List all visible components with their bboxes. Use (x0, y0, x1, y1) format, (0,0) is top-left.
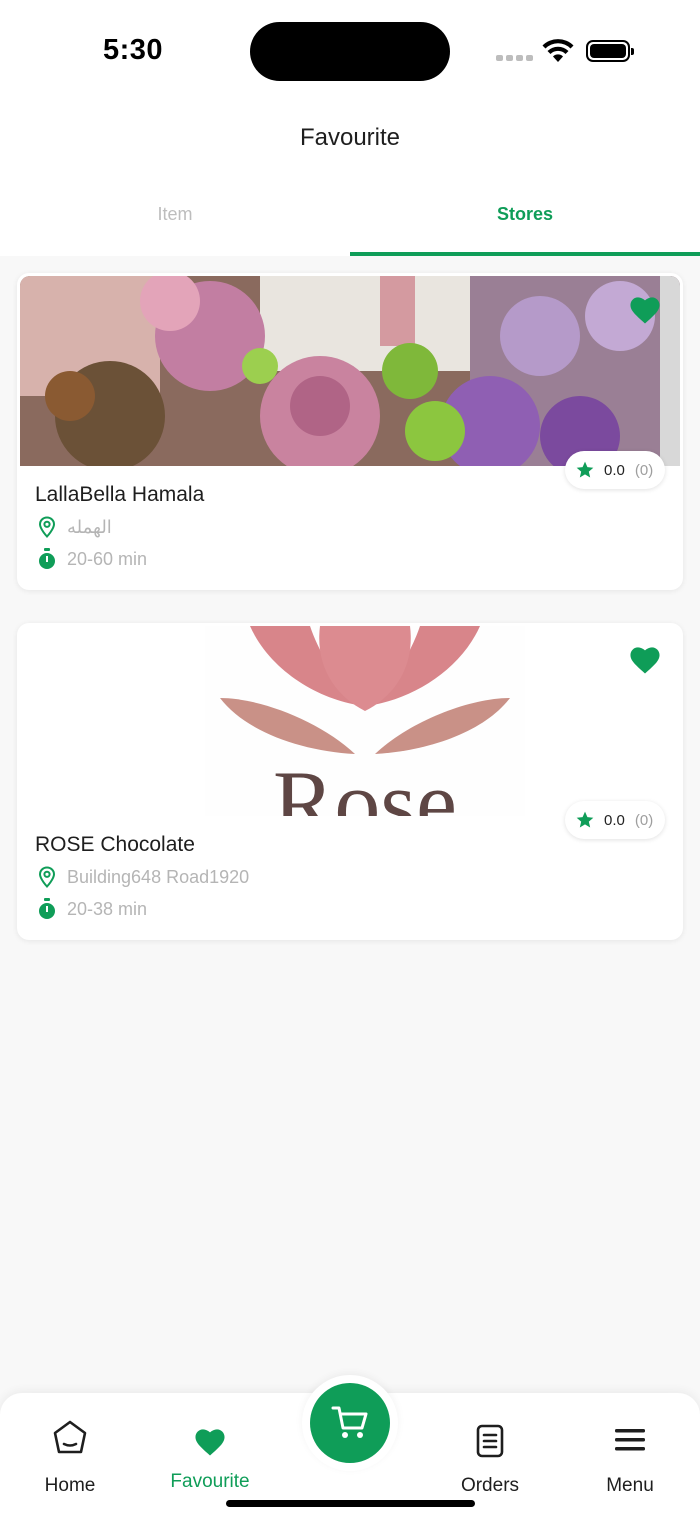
store-image-flowers (20, 276, 680, 466)
home-indicator (226, 1500, 475, 1507)
page-title: Favourite (299, 124, 401, 151)
rating-value: 0.0 (604, 461, 625, 479)
cart-button-ring (302, 1375, 398, 1471)
delivery-time: 20-38 min (67, 898, 148, 919)
nav-menu-label: Menu (606, 1475, 654, 1496)
location-pin-icon (38, 866, 56, 888)
favourite-heart-icon[interactable] (627, 643, 663, 675)
menu-icon (615, 1429, 645, 1451)
status-time: 5:30 (103, 34, 164, 66)
tab-bar: Item Stores (0, 180, 700, 256)
header: Favourite Item Stores (0, 100, 700, 256)
rating-badge: 0.0 (0) (565, 801, 665, 839)
orders-icon (476, 1424, 504, 1458)
store-card[interactable]: 0.0 (0) LallaBella Hamala الهمله 20-60 m… (17, 273, 683, 590)
stopwatch-icon (39, 898, 55, 919)
rating-badge: 0.0 (0) (565, 451, 665, 489)
battery-icon (586, 40, 634, 62)
nav-menu[interactable]: Menu (560, 1393, 700, 1521)
rating-count: (0) (634, 461, 654, 479)
store-address-row: Building648 Road1920 (37, 866, 249, 888)
cart-icon (331, 1406, 368, 1438)
active-tab-indicator (350, 252, 700, 256)
wifi-icon (542, 39, 574, 62)
star-icon (576, 461, 594, 478)
cart-button[interactable] (310, 1383, 390, 1463)
delivery-time-row: 20-60 min (37, 548, 147, 570)
tab-stores[interactable]: Stores (350, 180, 700, 256)
nav-favourite-label: Favourite (170, 1471, 250, 1492)
delivery-time-row: 20-38 min (37, 898, 147, 920)
tab-item[interactable]: Item (0, 180, 350, 256)
status-bar: 5:30 (0, 0, 700, 100)
favourite-heart-icon[interactable] (627, 293, 663, 325)
nav-orders-label: Orders (460, 1475, 520, 1496)
stopwatch-icon (39, 548, 55, 569)
home-icon (53, 1420, 87, 1454)
dynamic-island (250, 22, 450, 81)
heart-icon (195, 1429, 225, 1456)
rating-value: 0.0 (604, 811, 625, 829)
nav-home[interactable]: Home (0, 1393, 140, 1521)
store-address-row: الهمله (37, 516, 112, 538)
store-card[interactable]: Rose 0.0 (0) ROSE Chocolate Building648 … (17, 623, 683, 940)
star-icon (576, 811, 594, 828)
store-name: ROSE Chocolate (35, 833, 195, 856)
store-address: Building648 Road1920 (67, 866, 250, 887)
store-address: الهمله (67, 516, 112, 537)
rose-logo-wordmark: Rose (273, 752, 457, 816)
location-pin-icon (38, 516, 56, 538)
cellular-signal-icon (496, 55, 533, 61)
store-image-rose-logo: Rose (20, 626, 680, 816)
rating-count: (0) (634, 811, 654, 829)
nav-home-label: Home (44, 1475, 96, 1496)
delivery-time: 20-60 min (67, 548, 148, 569)
store-name: LallaBella Hamala (35, 483, 205, 506)
